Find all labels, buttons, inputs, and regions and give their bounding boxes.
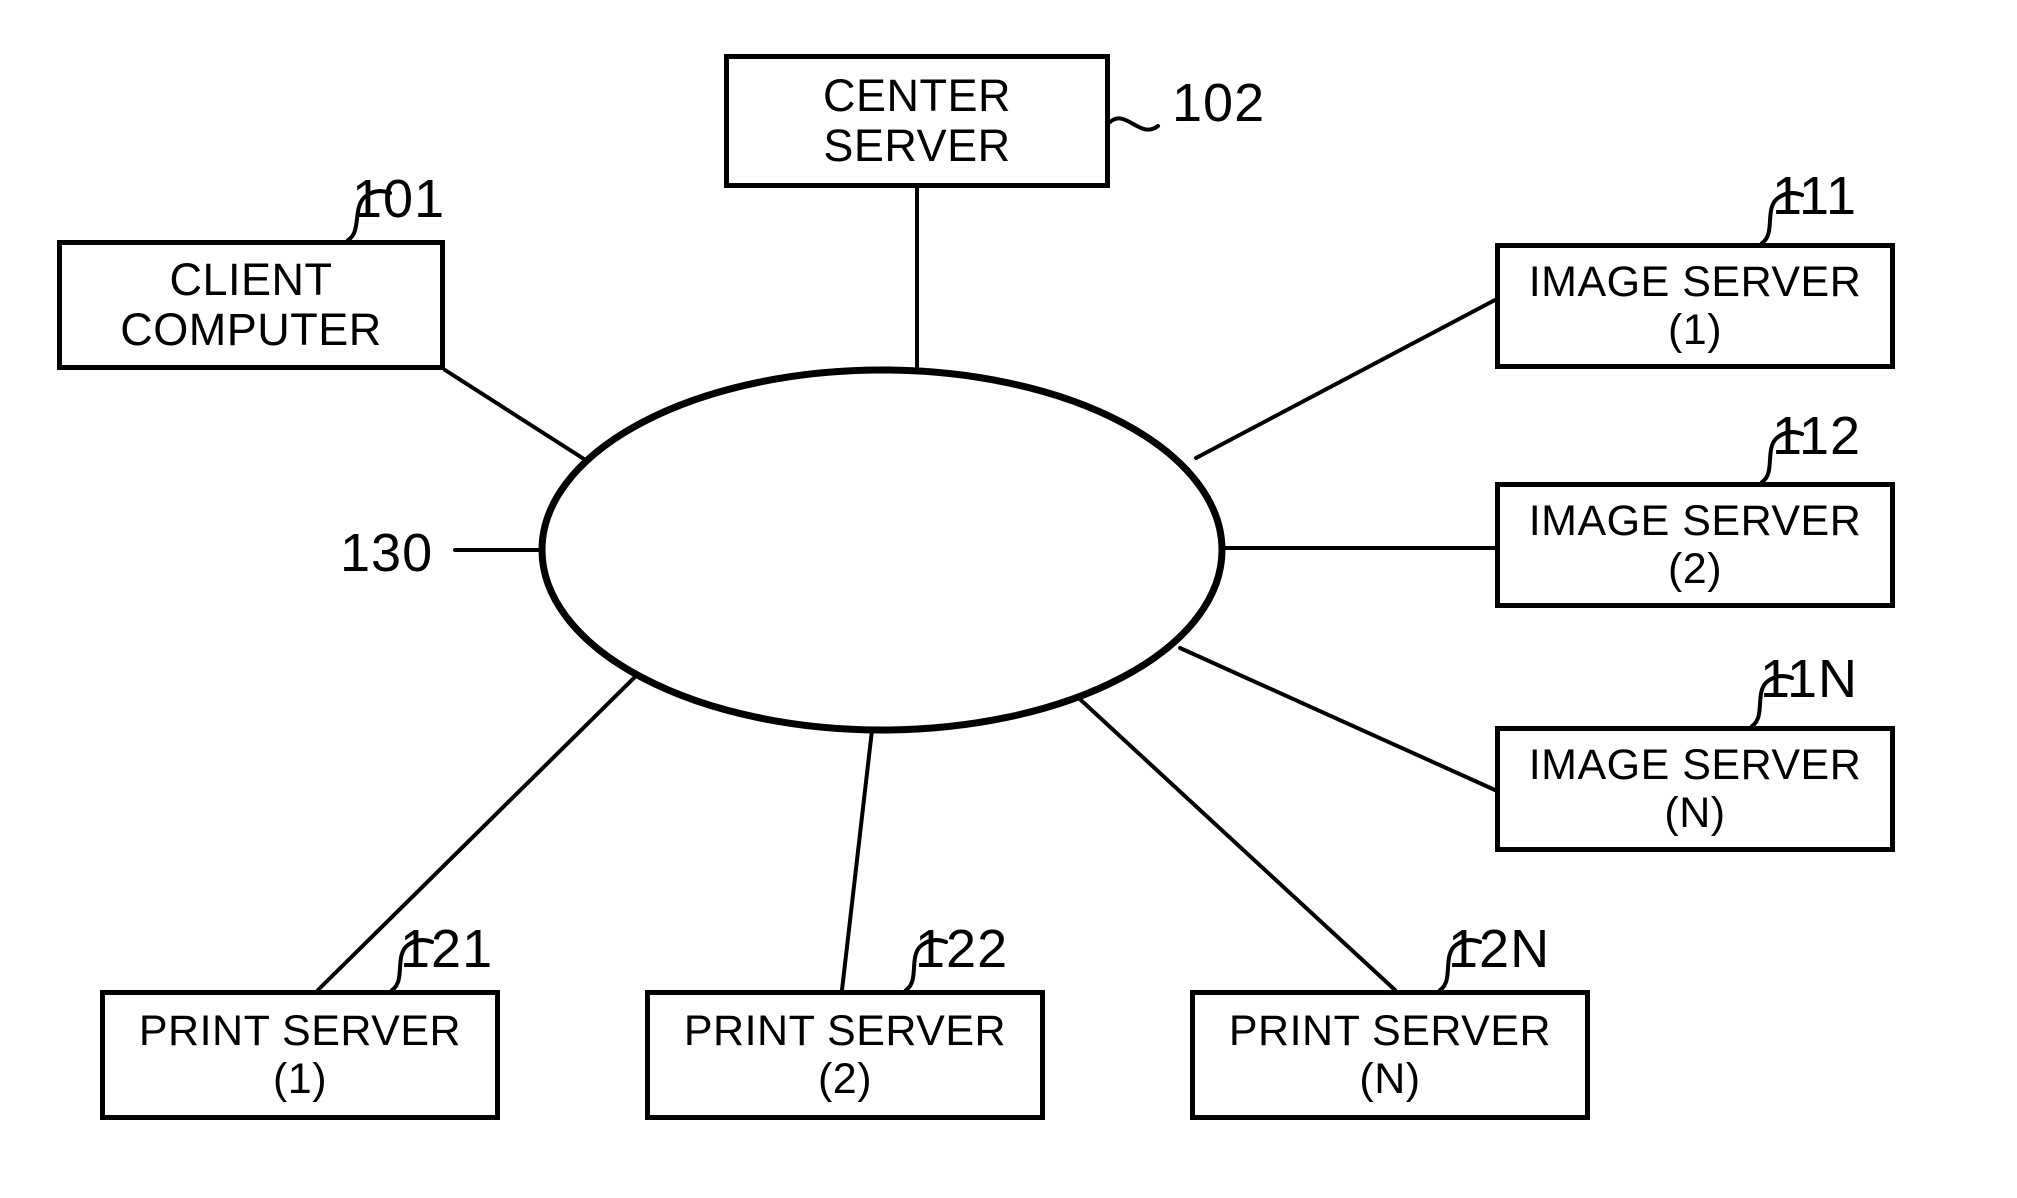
reference-numeral-102: 102 [1172,73,1266,133]
network-cloud-ellipse [538,366,1226,734]
node-client-computer-line2: COMPUTER [120,304,382,355]
node-image-server-n-line1: IMAGE SERVER [1528,740,1862,789]
reference-numeral-11n: 11N [1760,649,1859,709]
node-print-server-n[interactable]: PRINT SERVER (N) [1190,990,1590,1120]
node-image-server-n[interactable]: IMAGE SERVER (N) [1495,726,1895,852]
reference-numeral-122: 122 [915,919,1009,979]
patent-figure: CENTER SERVER CLIENT COMPUTER IMAGE SERV… [0,0,2017,1198]
node-print-server-n-line1: PRINT SERVER [1228,1006,1552,1055]
reference-numeral-101: 101 [352,169,446,229]
node-image-server-2[interactable]: IMAGE SERVER (2) [1495,482,1895,608]
node-client-computer[interactable]: CLIENT COMPUTER [57,240,445,370]
node-print-server-2[interactable]: PRINT SERVER (2) [645,990,1045,1120]
node-client-computer-line1: CLIENT [169,253,333,305]
node-image-server-1[interactable]: IMAGE SERVER (1) [1495,243,1895,369]
node-print-server-1-line1: PRINT SERVER [138,1006,462,1055]
node-image-server-1-line1: IMAGE SERVER [1528,257,1862,306]
node-image-server-1-line2: (1) [1667,306,1723,354]
reference-numeral-112: 112 [1772,406,1862,466]
node-print-server-n-line2: (N) [1359,1055,1421,1103]
node-image-server-2-line2: (2) [1667,545,1723,593]
node-image-server-2-line1: IMAGE SERVER [1528,496,1862,545]
leader-102 [1108,116,1160,132]
node-print-server-2-line2: (2) [817,1055,873,1103]
reference-numeral-12n: 12N [1448,919,1551,979]
reference-numeral-111: 111 [1772,166,1858,226]
link-network-to-print-server-2 [840,728,874,992]
node-center-server-line2: SERVER [823,120,1011,171]
reference-numeral-121: 121 [400,919,494,979]
link-network-to-image-server-1 [1194,298,1497,460]
link-network-to-image-server-n [1178,646,1497,792]
node-center-server-line1: CENTER [822,69,1011,121]
node-center-server[interactable]: CENTER SERVER [724,54,1110,188]
link-client-computer-to-network [443,368,600,470]
node-print-server-1-line2: (1) [272,1055,328,1103]
node-image-server-n-line2: (N) [1664,789,1726,837]
node-print-server-1[interactable]: PRINT SERVER (1) [100,990,500,1120]
link-network-to-print-server-n [1068,688,1397,992]
reference-numeral-130: 130 [340,523,434,583]
node-print-server-2-line1: PRINT SERVER [683,1006,1007,1055]
